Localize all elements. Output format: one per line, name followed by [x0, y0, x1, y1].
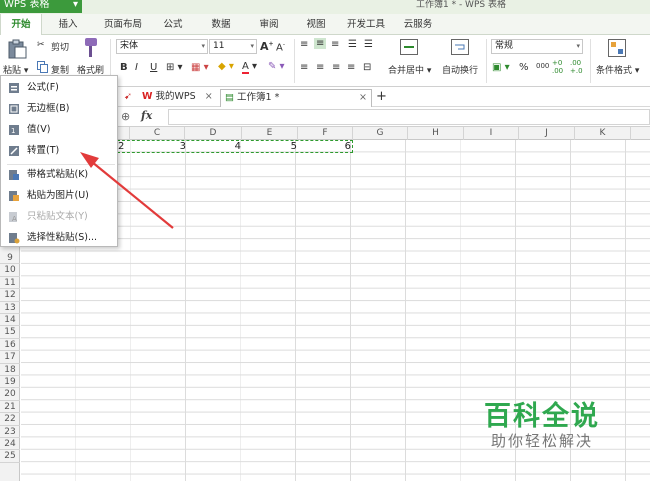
watermark-subtitle: 助你轻松解决: [491, 432, 594, 450]
watermark-title: 百科全说: [484, 401, 600, 432]
